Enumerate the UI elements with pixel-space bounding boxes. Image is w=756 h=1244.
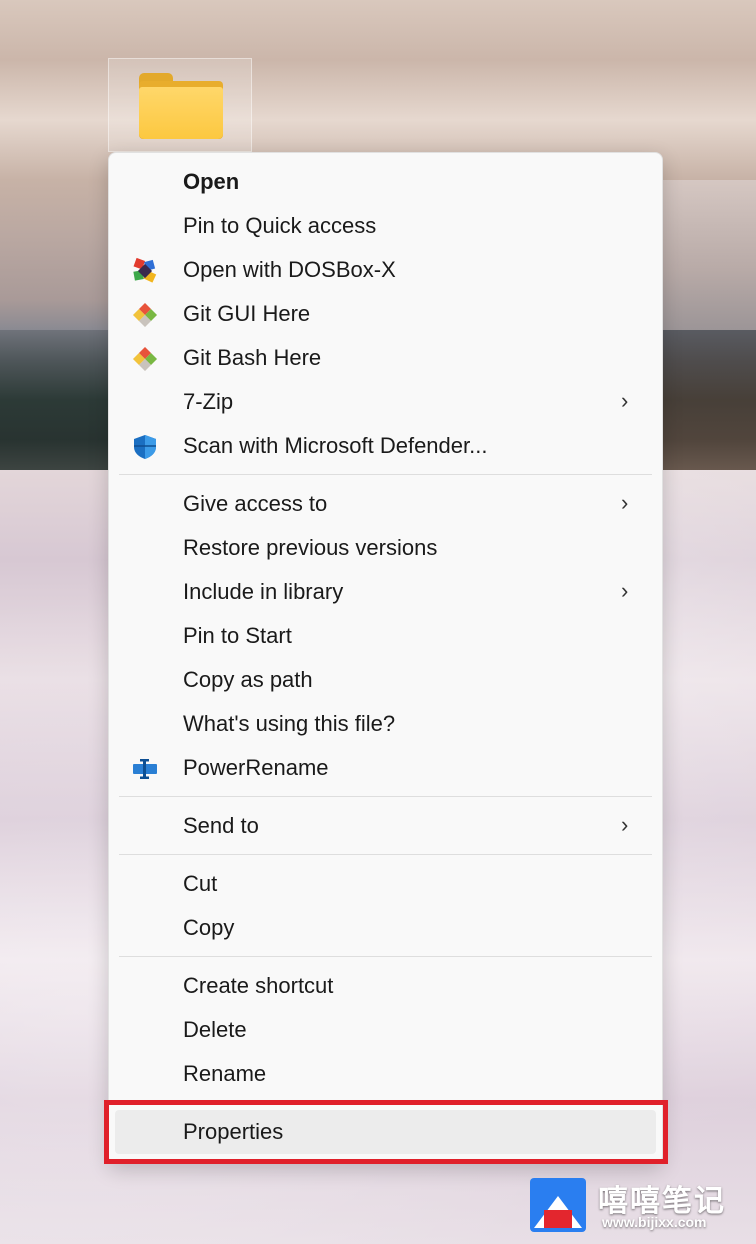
- menu-item-label: Delete: [183, 1017, 247, 1042]
- menu-item-include-in-library[interactable]: Include in library ›: [109, 570, 662, 614]
- git-bash-icon: [133, 347, 157, 371]
- background-forest-left: [0, 330, 110, 470]
- menu-item-git-gui-here[interactable]: Git GUI Here: [109, 292, 662, 336]
- context-menu: Open Pin to Quick access Open with DOSBo…: [108, 152, 663, 1164]
- defender-shield-icon: [134, 435, 156, 459]
- menu-item-label: Copy: [183, 915, 235, 940]
- menu-item-label: 7-Zip: [183, 389, 234, 414]
- background-hill: [662, 180, 756, 330]
- menu-item-label: Create shortcut: [183, 973, 334, 998]
- dosbox-icon: [133, 257, 157, 283]
- menu-item-cut[interactable]: Cut: [109, 862, 662, 906]
- menu-item-label: Cut: [183, 871, 218, 896]
- menu-item-label: Scan with Microsoft Defender...: [183, 433, 488, 458]
- menu-item-label: Give access to: [183, 491, 328, 516]
- menu-item-label: Pin to Start: [183, 623, 292, 648]
- menu-item-label: Open with DOSBox-X: [183, 257, 396, 282]
- menu-item-7zip[interactable]: 7-Zip ›: [109, 380, 662, 424]
- menu-item-label: Copy as path: [183, 667, 313, 692]
- menu-item-label: What's using this file?: [183, 711, 396, 736]
- chevron-right-icon: ›: [621, 578, 629, 603]
- chevron-right-icon: ›: [621, 388, 629, 413]
- watermark: 嘻嘻笔记 www.bijixx.com: [530, 1176, 740, 1234]
- menu-separator: [119, 474, 652, 475]
- menu-item-powerrename[interactable]: PowerRename: [109, 746, 662, 790]
- background-forest-right: [662, 330, 756, 470]
- menu-item-pin-to-start[interactable]: Pin to Start: [109, 614, 662, 658]
- menu-item-give-access-to[interactable]: Give access to ›: [109, 482, 662, 526]
- menu-item-open-with-dosbox[interactable]: Open with DOSBox-X: [109, 248, 662, 292]
- menu-item-label: Git GUI Here: [183, 301, 311, 326]
- menu-separator: [119, 956, 652, 957]
- menu-item-restore-previous-versions[interactable]: Restore previous versions: [109, 526, 662, 570]
- highlight-annotation-box: [104, 1100, 668, 1164]
- powerrename-icon: [133, 759, 157, 779]
- menu-item-label: Rename: [183, 1061, 267, 1086]
- menu-item-rename[interactable]: Rename: [109, 1052, 662, 1096]
- menu-separator: [119, 854, 652, 855]
- menu-item-git-bash-here[interactable]: Git Bash Here: [109, 336, 662, 380]
- menu-item-send-to[interactable]: Send to ›: [109, 804, 662, 848]
- menu-item-label: Restore previous versions: [183, 535, 438, 560]
- menu-item-label: Open: [183, 169, 240, 194]
- menu-item-label: PowerRename: [183, 755, 329, 780]
- desktop-folder[interactable]: [108, 58, 252, 152]
- menu-item-scan-defender[interactable]: Scan with Microsoft Defender...: [109, 424, 662, 468]
- menu-item-create-shortcut[interactable]: Create shortcut: [109, 964, 662, 1008]
- folder-icon: [139, 73, 223, 139]
- menu-item-open[interactable]: Open: [109, 160, 662, 204]
- menu-item-pin-to-quick-access[interactable]: Pin to Quick access: [109, 204, 662, 248]
- menu-item-delete[interactable]: Delete: [109, 1008, 662, 1052]
- menu-item-label: Send to: [183, 813, 259, 838]
- watermark-url: www.bijixx.com: [602, 1214, 707, 1230]
- chevron-right-icon: ›: [621, 490, 629, 515]
- menu-item-copy[interactable]: Copy: [109, 906, 662, 950]
- menu-item-label: Git Bash Here: [183, 345, 322, 370]
- watermark-logo-icon: [530, 1178, 586, 1232]
- menu-item-label: Pin to Quick access: [183, 213, 377, 238]
- menu-separator: [119, 796, 652, 797]
- menu-item-whats-using-this-file[interactable]: What's using this file?: [109, 702, 662, 746]
- menu-item-copy-as-path[interactable]: Copy as path: [109, 658, 662, 702]
- git-gui-icon: [133, 303, 157, 327]
- menu-item-label: Include in library: [183, 579, 344, 604]
- chevron-right-icon: ›: [621, 812, 629, 837]
